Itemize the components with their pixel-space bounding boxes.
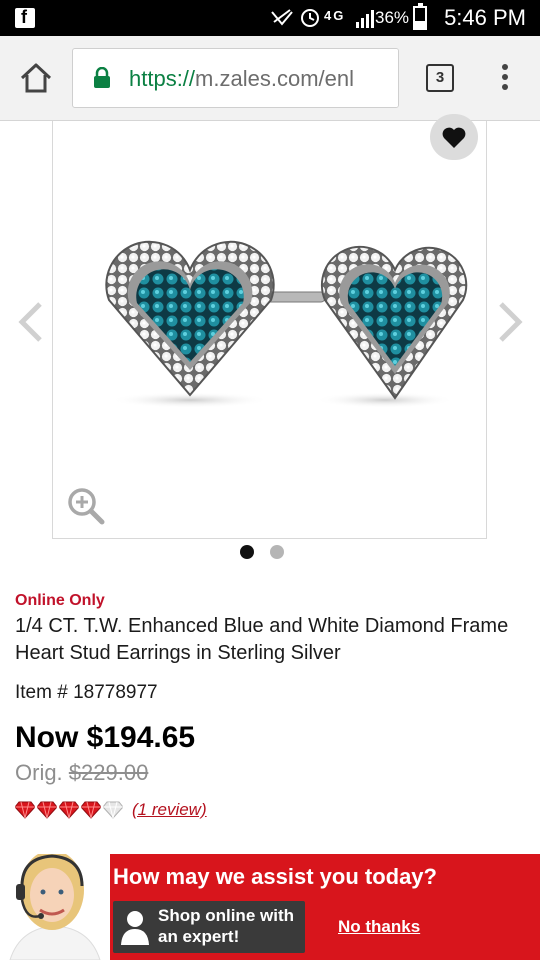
url-protocol: https:// [129, 66, 196, 91]
shop-with-expert-button[interactable]: Shop online with an expert! [113, 901, 305, 953]
shop-with-expert-label-line-1: Shop online with [158, 906, 294, 925]
product-title: 1/4 CT. T.W. Enhanced Blue and White Dia… [15, 615, 509, 664]
signal-icons: 4G [271, 8, 374, 28]
gem-icon-filled [37, 801, 57, 819]
original-price-value: $229.00 [68, 760, 149, 785]
browser-toolbar: https://m.zales.com/enl 3 [0, 36, 540, 121]
battery-icon [413, 3, 427, 30]
chat-banner: How may we assist you today? Shop online… [0, 854, 540, 960]
heart-icon [442, 127, 466, 148]
home-icon[interactable] [16, 58, 56, 98]
shop-with-expert-label: Shop online with an expert! [158, 905, 294, 947]
reviews-link[interactable]: (1 review) [132, 800, 207, 820]
screen: f 4G 36% 5:46 PM https://m.zales.com/enl… [0, 0, 540, 960]
person-icon [121, 911, 149, 945]
wishlist-heart-button[interactable] [430, 114, 478, 160]
facebook-icon: f [15, 7, 35, 28]
product-image-earrings[interactable] [95, 230, 470, 415]
zoom-in-icon[interactable] [66, 486, 106, 526]
clock: 5:46 PM [444, 5, 526, 30]
url-host: m.zales.com/enl [195, 66, 354, 91]
next-image-arrow[interactable] [495, 300, 525, 344]
shop-with-expert-label-line-2: an expert! [158, 927, 240, 946]
original-price: Orig. $229.00 [15, 760, 148, 786]
online-only-badge: Online Only [15, 592, 105, 609]
current-price: Now $194.65 [15, 721, 196, 754]
status-bar: f 4G 36% 5:46 PM [0, 0, 540, 36]
gem-icon-empty [103, 801, 123, 819]
support-agent-avatar [0, 854, 110, 960]
no-thanks-link[interactable]: No thanks [338, 917, 420, 937]
gem-icon-filled [15, 801, 35, 819]
previous-image-arrow[interactable] [16, 300, 46, 344]
pager-dot-1[interactable] [240, 545, 254, 559]
tabs-icon[interactable]: 3 [426, 64, 454, 92]
menu-icon[interactable] [498, 64, 512, 94]
status-icons: 4G [270, 6, 390, 35]
url-text: https://m.zales.com/enl [129, 66, 354, 92]
battery-percent: 36% [375, 8, 410, 27]
gem-icon-filled [81, 801, 101, 819]
item-number: Item # 18778977 [15, 682, 158, 703]
network-label: 4G [324, 8, 345, 23]
pager-dot-2[interactable] [270, 545, 284, 559]
gem-icon-filled [59, 801, 79, 819]
chat-prompt-title: How may we assist you today? [113, 864, 437, 889]
original-price-label: Orig. [15, 760, 63, 785]
image-pager [240, 545, 290, 559]
lock-icon [93, 66, 111, 89]
address-bar[interactable]: https://m.zales.com/enl [72, 48, 399, 108]
